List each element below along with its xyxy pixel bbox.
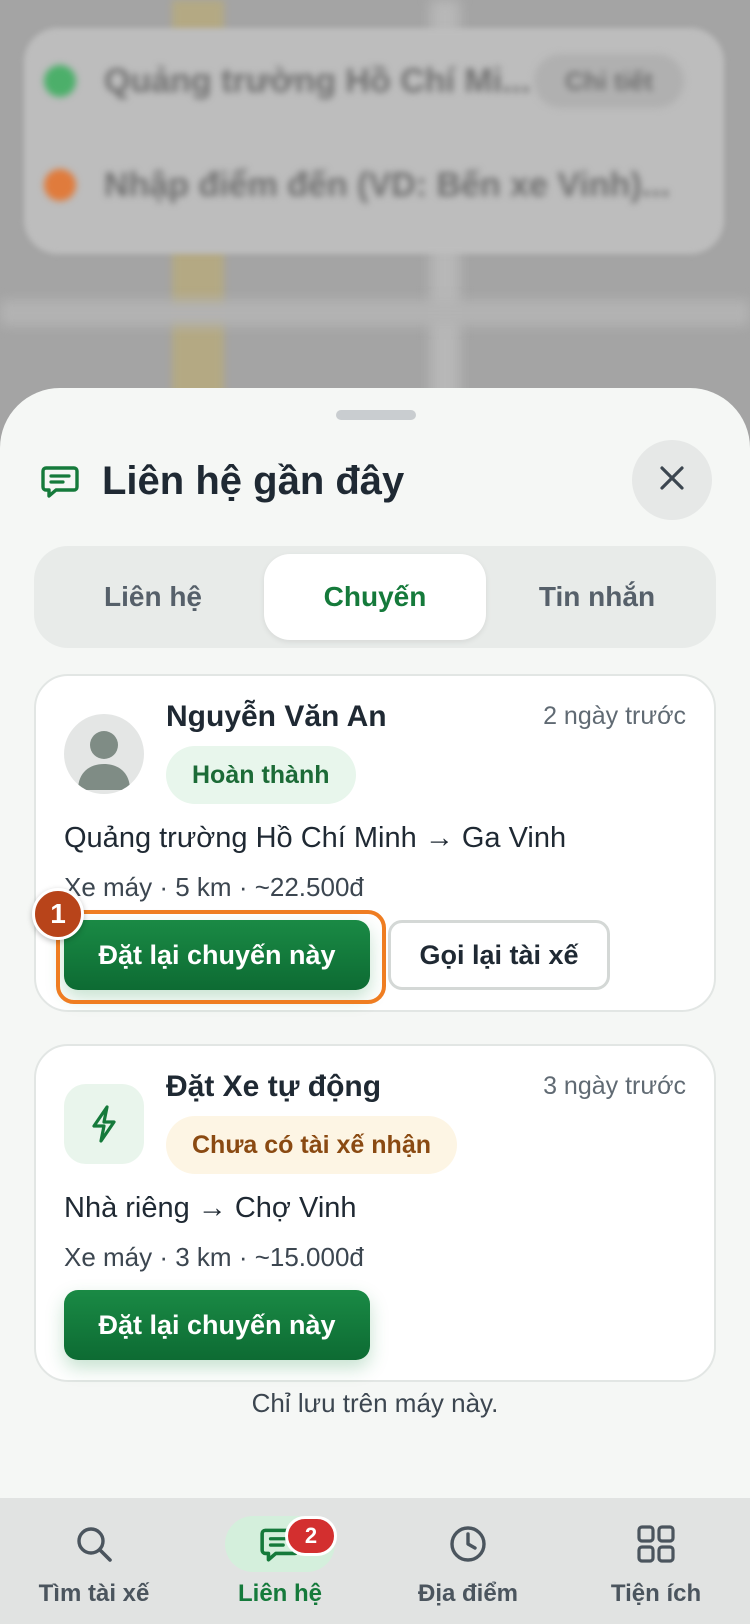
nav-utilities[interactable]: Tiện ích [562, 1498, 750, 1624]
footnote: Chỉ lưu trên máy này. [251, 1388, 499, 1418]
trip-meta: Xe máy · 3 km · ~15.000đ [64, 1242, 364, 1272]
tab-bar: Liên hệ Chuyến Tin nhắn [34, 546, 716, 648]
status-badge: Hoàn thành [166, 746, 356, 804]
recent-contacts-sheet: Liên hệ gần đây Liên hệ Chuyến Tin nhắn … [0, 388, 750, 1498]
tab-messages[interactable]: Tin nhắn [486, 554, 708, 640]
trip-name: Đặt Xe tự động [166, 1070, 382, 1103]
trip-meta: Xe máy · 5 km · ~22.500đ [64, 872, 364, 902]
person-icon [78, 731, 130, 790]
trip-card: Nguyễn Văn An 2 ngày trước Hoàn thành Qu… [32, 674, 716, 1012]
origin-row: Quảng trường Hồ Chí Mi... Chi tiết [44, 54, 684, 108]
call-driver-button[interactable]: Gọi lại tài xế [388, 920, 610, 990]
sheet-drag-handle[interactable] [336, 410, 416, 420]
nav-places[interactable]: Địa điểm [374, 1498, 562, 1624]
search-icon [77, 1527, 112, 1562]
nav-find-driver[interactable]: Tìm tài xế [0, 1498, 188, 1624]
bottom-nav: Tìm tài xế 2 Liên hệ Địa điểm Tiện ích [0, 1498, 750, 1624]
highlight-outline [56, 910, 386, 1004]
grid-icon [637, 1525, 675, 1563]
nav-label: Tìm tài xế [38, 1580, 150, 1607]
destination-text: Nhập điểm đến (VD: Bến xe Vinh)... [104, 165, 671, 204]
status-badge: Chưa có tài xế nhận [166, 1116, 457, 1174]
lightning-icon [92, 1105, 116, 1143]
chat-icon [40, 461, 80, 501]
nav-label: Liên hệ [237, 1580, 322, 1607]
rebook-button[interactable]: Đặt lại chuyến này [64, 1290, 370, 1360]
trip-route: Quảng trường Hồ Chí Minh → Ga Vinh [64, 822, 567, 854]
nav-label: Địa điểm [417, 1580, 519, 1607]
sheet-header: Liên hệ gần đây [40, 436, 712, 526]
origin-text: Quảng trường Hồ Chí Mi... [104, 61, 531, 100]
unread-badge: 2 [285, 1516, 337, 1556]
auto-booking-badge [64, 1084, 144, 1164]
avatar [64, 714, 144, 794]
step-marker: 1 [32, 888, 84, 940]
details-pill: Chi tiết [534, 54, 684, 108]
close-icon [657, 463, 687, 498]
origin-dot-icon [44, 65, 76, 97]
nav-label: Tiện ích [610, 1580, 702, 1607]
destination-row: Nhập điểm đến (VD: Bến xe Vinh)... [44, 160, 684, 210]
trip-time: 3 ngày trước [543, 1072, 686, 1100]
destination-dot-icon [44, 169, 76, 201]
close-button[interactable] [632, 440, 712, 520]
tab-trips[interactable]: Chuyến [264, 554, 486, 640]
driver-name: Nguyễn Văn An [166, 700, 387, 733]
tab-contacts[interactable]: Liên hệ [42, 554, 264, 640]
nav-contacts[interactable]: 2 Liên hệ [186, 1498, 374, 1624]
sheet-title: Liên hệ gần đây [102, 458, 405, 503]
trip-card: Đặt Xe tự động 3 ngày trước Chưa có tài … [34, 1044, 716, 1382]
trip-time: 2 ngày trước [543, 702, 686, 730]
map-road [0, 300, 750, 326]
clock-icon [450, 1526, 486, 1562]
trip-route: Nhà riêng → Chợ Vinh [64, 1192, 357, 1224]
